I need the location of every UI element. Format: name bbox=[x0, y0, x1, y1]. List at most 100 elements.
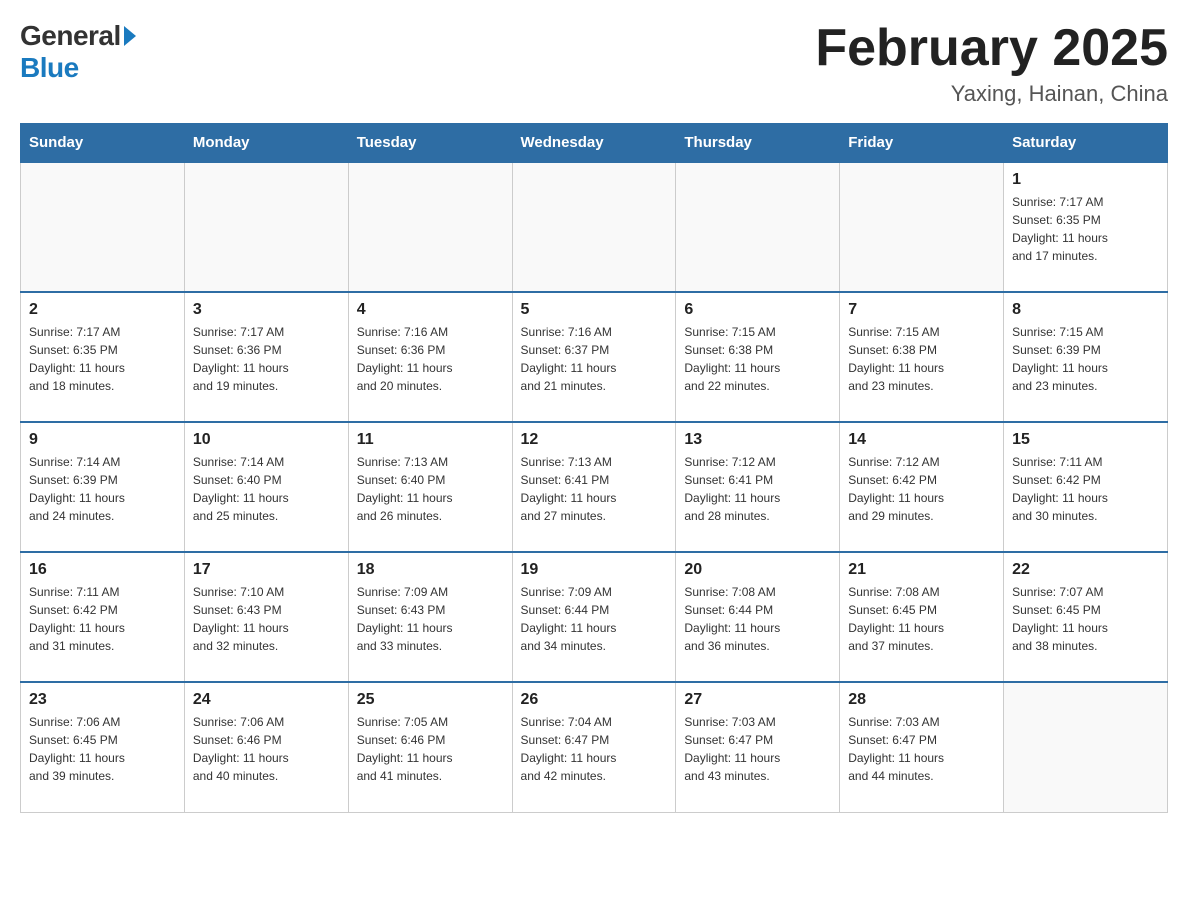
day-number: 25 bbox=[357, 691, 504, 709]
day-number: 11 bbox=[357, 431, 504, 449]
day-number: 18 bbox=[357, 561, 504, 579]
day-info: Sunrise: 7:11 AM Sunset: 6:42 PM Dayligh… bbox=[29, 583, 176, 655]
day-number: 7 bbox=[848, 301, 995, 319]
calendar-cell bbox=[840, 162, 1004, 292]
calendar-cell: 9 Sunrise: 7:14 AM Sunset: 6:39 PM Daylig… bbox=[21, 422, 185, 552]
day-info: Sunrise: 7:14 AM Sunset: 6:39 PM Dayligh… bbox=[29, 453, 176, 525]
day-info: Sunrise: 7:04 AM Sunset: 6:47 PM Dayligh… bbox=[521, 713, 668, 785]
day-number: 21 bbox=[848, 561, 995, 579]
day-info: Sunrise: 7:08 AM Sunset: 6:44 PM Dayligh… bbox=[684, 583, 831, 655]
calendar-cell: 14Sunrise: 7:12 AM Sunset: 6:42 PM Dayli… bbox=[840, 422, 1004, 552]
day-info: Sunrise: 7:12 AM Sunset: 6:42 PM Dayligh… bbox=[848, 453, 995, 525]
calendar-table: SundayMondayTuesdayWednesdayThursdayFrid… bbox=[20, 123, 1168, 813]
calendar-cell: 26 Sunrise: 7:04 AM Sunset: 6:47 PM Dayli… bbox=[512, 682, 676, 812]
calendar-cell: 20 Sunrise: 7:08 AM Sunset: 6:44 PM Dayli… bbox=[676, 552, 840, 682]
calendar-cell: 17 Sunrise: 7:10 AM Sunset: 6:43 PM Dayli… bbox=[184, 552, 348, 682]
day-info: Sunrise: 7:06 AM Sunset: 6:45 PM Dayligh… bbox=[29, 713, 176, 785]
weekday-header-wednesday: Wednesday bbox=[512, 124, 676, 163]
calendar-cell: 13 Sunrise: 7:12 AM Sunset: 6:41 PM Dayli… bbox=[676, 422, 840, 552]
day-number: 4 bbox=[357, 301, 504, 319]
day-info: Sunrise: 7:06 AM Sunset: 6:46 PM Dayligh… bbox=[193, 713, 340, 785]
day-number: 6 bbox=[684, 301, 831, 319]
day-number: 17 bbox=[193, 561, 340, 579]
logo-arrow-icon bbox=[124, 26, 136, 46]
day-info: Sunrise: 7:15 AM Sunset: 6:38 PM Dayligh… bbox=[684, 323, 831, 395]
day-info: Sunrise: 7:13 AM Sunset: 6:40 PM Dayligh… bbox=[357, 453, 504, 525]
calendar-week-1: 1 Sunrise: 7:17 AM Sunset: 6:35 PM Daylig… bbox=[21, 162, 1168, 292]
day-info: Sunrise: 7:08 AM Sunset: 6:45 PM Dayligh… bbox=[848, 583, 995, 655]
location-subtitle: Yaxing, Hainan, China bbox=[815, 81, 1168, 107]
day-number: 1 bbox=[1012, 171, 1159, 189]
day-info: Sunrise: 7:03 AM Sunset: 6:47 PM Dayligh… bbox=[848, 713, 995, 785]
day-info: Sunrise: 7:07 AM Sunset: 6:45 PM Dayligh… bbox=[1012, 583, 1159, 655]
day-number: 9 bbox=[29, 431, 176, 449]
day-info: Sunrise: 7:17 AM Sunset: 6:35 PM Dayligh… bbox=[1012, 193, 1159, 265]
day-number: 26 bbox=[521, 691, 668, 709]
calendar-cell bbox=[512, 162, 676, 292]
calendar-cell: 12Sunrise: 7:13 AM Sunset: 6:41 PM Dayli… bbox=[512, 422, 676, 552]
day-number: 24 bbox=[193, 691, 340, 709]
day-number: 20 bbox=[684, 561, 831, 579]
calendar-header: SundayMondayTuesdayWednesdayThursdayFrid… bbox=[21, 124, 1168, 163]
day-number: 27 bbox=[684, 691, 831, 709]
calendar-cell: 24 Sunrise: 7:06 AM Sunset: 6:46 PM Dayli… bbox=[184, 682, 348, 812]
calendar-cell bbox=[676, 162, 840, 292]
calendar-cell: 2 Sunrise: 7:17 AM Sunset: 6:35 PM Daylig… bbox=[21, 292, 185, 422]
calendar-cell: 28 Sunrise: 7:03 AM Sunset: 6:47 PM Dayli… bbox=[840, 682, 1004, 812]
day-number: 10 bbox=[193, 431, 340, 449]
day-number: 8 bbox=[1012, 301, 1159, 319]
day-number: 28 bbox=[848, 691, 995, 709]
day-number: 5 bbox=[521, 301, 668, 319]
page-header: General Blue February 2025 Yaxing, Haina… bbox=[20, 20, 1168, 107]
day-info: Sunrise: 7:13 AM Sunset: 6:41 PM Dayligh… bbox=[521, 453, 668, 525]
day-info: Sunrise: 7:03 AM Sunset: 6:47 PM Dayligh… bbox=[684, 713, 831, 785]
calendar-week-5: 23 Sunrise: 7:06 AM Sunset: 6:45 PM Dayli… bbox=[21, 682, 1168, 812]
calendar-cell: 18 Sunrise: 7:09 AM Sunset: 6:43 PM Dayli… bbox=[348, 552, 512, 682]
weekday-header-tuesday: Tuesday bbox=[348, 124, 512, 163]
weekday-header-thursday: Thursday bbox=[676, 124, 840, 163]
weekday-header-friday: Friday bbox=[840, 124, 1004, 163]
logo: General Blue bbox=[20, 20, 136, 84]
day-number: 16 bbox=[29, 561, 176, 579]
day-number: 3 bbox=[193, 301, 340, 319]
day-info: Sunrise: 7:09 AM Sunset: 6:43 PM Dayligh… bbox=[357, 583, 504, 655]
calendar-week-3: 9 Sunrise: 7:14 AM Sunset: 6:39 PM Daylig… bbox=[21, 422, 1168, 552]
day-number: 23 bbox=[29, 691, 176, 709]
day-info: Sunrise: 7:12 AM Sunset: 6:41 PM Dayligh… bbox=[684, 453, 831, 525]
weekday-header-saturday: Saturday bbox=[1004, 124, 1168, 163]
calendar-cell: 22 Sunrise: 7:07 AM Sunset: 6:45 PM Dayli… bbox=[1004, 552, 1168, 682]
day-number: 2 bbox=[29, 301, 176, 319]
day-info: Sunrise: 7:17 AM Sunset: 6:36 PM Dayligh… bbox=[193, 323, 340, 395]
calendar-cell: 11 Sunrise: 7:13 AM Sunset: 6:40 PM Dayli… bbox=[348, 422, 512, 552]
calendar-cell: 6 Sunrise: 7:15 AM Sunset: 6:38 PM Daylig… bbox=[676, 292, 840, 422]
day-number: 22 bbox=[1012, 561, 1159, 579]
calendar-cell bbox=[348, 162, 512, 292]
day-info: Sunrise: 7:17 AM Sunset: 6:35 PM Dayligh… bbox=[29, 323, 176, 395]
calendar-cell: 3 Sunrise: 7:17 AM Sunset: 6:36 PM Daylig… bbox=[184, 292, 348, 422]
calendar-week-4: 16 Sunrise: 7:11 AM Sunset: 6:42 PM Dayli… bbox=[21, 552, 1168, 682]
calendar-cell bbox=[21, 162, 185, 292]
month-year-title: February 2025 bbox=[815, 20, 1168, 77]
calendar-cell: 23 Sunrise: 7:06 AM Sunset: 6:45 PM Dayli… bbox=[21, 682, 185, 812]
day-info: Sunrise: 7:15 AM Sunset: 6:38 PM Dayligh… bbox=[848, 323, 995, 395]
calendar-cell: 4 Sunrise: 7:16 AM Sunset: 6:36 PM Daylig… bbox=[348, 292, 512, 422]
calendar-cell: 21 Sunrise: 7:08 AM Sunset: 6:45 PM Dayli… bbox=[840, 552, 1004, 682]
day-number: 13 bbox=[684, 431, 831, 449]
logo-blue: Blue bbox=[20, 52, 79, 84]
day-info: Sunrise: 7:16 AM Sunset: 6:36 PM Dayligh… bbox=[357, 323, 504, 395]
calendar-body: 1 Sunrise: 7:17 AM Sunset: 6:35 PM Daylig… bbox=[21, 162, 1168, 812]
day-number: 19 bbox=[521, 561, 668, 579]
day-info: Sunrise: 7:15 AM Sunset: 6:39 PM Dayligh… bbox=[1012, 323, 1159, 395]
calendar-cell: 15Sunrise: 7:11 AM Sunset: 6:42 PM Dayli… bbox=[1004, 422, 1168, 552]
weekday-header-sunday: Sunday bbox=[21, 124, 185, 163]
day-info: Sunrise: 7:14 AM Sunset: 6:40 PM Dayligh… bbox=[193, 453, 340, 525]
calendar-cell: 19Sunrise: 7:09 AM Sunset: 6:44 PM Dayli… bbox=[512, 552, 676, 682]
day-info: Sunrise: 7:10 AM Sunset: 6:43 PM Dayligh… bbox=[193, 583, 340, 655]
day-info: Sunrise: 7:05 AM Sunset: 6:46 PM Dayligh… bbox=[357, 713, 504, 785]
calendar-cell: 5 Sunrise: 7:16 AM Sunset: 6:37 PM Daylig… bbox=[512, 292, 676, 422]
calendar-cell: 10 Sunrise: 7:14 AM Sunset: 6:40 PM Dayli… bbox=[184, 422, 348, 552]
calendar-cell: 25 Sunrise: 7:05 AM Sunset: 6:46 PM Dayli… bbox=[348, 682, 512, 812]
calendar-cell bbox=[184, 162, 348, 292]
calendar-cell: 27 Sunrise: 7:03 AM Sunset: 6:47 PM Dayli… bbox=[676, 682, 840, 812]
day-info: Sunrise: 7:16 AM Sunset: 6:37 PM Dayligh… bbox=[521, 323, 668, 395]
